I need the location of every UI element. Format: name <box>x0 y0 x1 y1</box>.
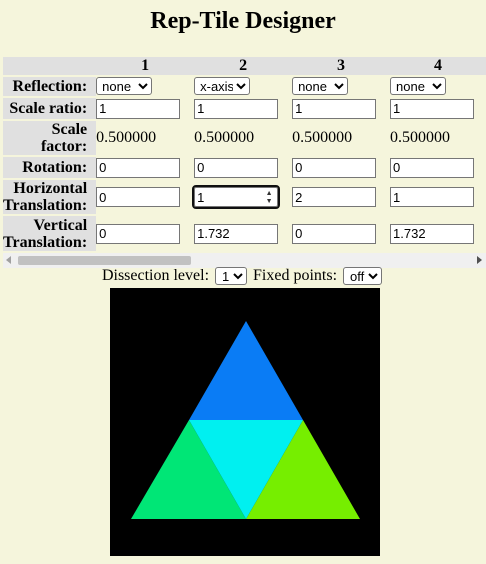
tile-triangle-top <box>189 321 303 420</box>
column-header-4: 4 <box>434 57 442 74</box>
rotation-input-2[interactable] <box>194 157 279 178</box>
reflection-label: Reflection: <box>3 75 97 97</box>
rotation-label: Rotation: <box>3 155 97 179</box>
rotation-input-4[interactable] <box>390 157 475 178</box>
horizontal-translation-input-1[interactable] <box>96 187 181 207</box>
horizontal-translation-input-4[interactable] <box>390 187 475 207</box>
vertical-translation-input-3[interactable] <box>292 223 377 244</box>
corner-cell <box>3 57 96 76</box>
scrollbar-thumb[interactable] <box>18 256 191 265</box>
rotation-row: Rotation: <box>3 155 486 179</box>
scale-ratio-row: Scale ratio: <box>3 96 486 120</box>
scale-factor-value-1: 0.500000 <box>96 129 157 146</box>
fixed-points-label: Fixed points: <box>253 267 338 284</box>
scroll-left-icon[interactable] <box>6 256 11 264</box>
reflection-select-1[interactable]: none <box>96 77 153 95</box>
tile-parameters-table: 1 2 3 4 Reflection: none x-axis none non… <box>3 57 486 251</box>
dissection-level-select[interactable]: 1 <box>215 267 248 286</box>
fixed-points-select[interactable]: off <box>343 267 383 286</box>
vertical-translation-input-2[interactable] <box>194 223 279 244</box>
vertical-translation-label: Vertical Translation: <box>3 214 97 251</box>
scale-factor-label: Scale factor: <box>3 119 97 156</box>
vertical-translation-row: Vertical Translation: <box>3 214 486 251</box>
scale-ratio-input-4[interactable] <box>390 98 475 119</box>
reflection-select-4[interactable]: none <box>390 77 447 95</box>
tile-parameters-table-area: 1 2 3 4 Reflection: none x-axis none non… <box>3 57 486 269</box>
scroll-right-icon[interactable] <box>477 256 482 264</box>
scale-factor-value-4: 0.500000 <box>390 129 451 146</box>
column-header-row: 1 2 3 4 <box>3 57 486 76</box>
rep-tile-drawing <box>131 321 360 519</box>
reflection-select-3[interactable]: none <box>292 77 349 95</box>
column-header-1: 1 <box>141 57 150 74</box>
reflection-select-2[interactable]: x-axis <box>194 77 251 95</box>
rep-tile-canvas[interactable] <box>110 288 380 556</box>
reflection-row: Reflection: none x-axis none none <box>3 75 486 97</box>
spinner-arrows-icon[interactable]: ▲ ▼ <box>264 189 274 205</box>
scale-ratio-label: Scale ratio: <box>3 96 97 120</box>
dissection-level-label: Dissection level: <box>101 267 210 284</box>
scale-ratio-input-1[interactable] <box>96 98 181 119</box>
column-header-3: 3 <box>337 57 346 74</box>
scale-ratio-input-2[interactable] <box>194 98 279 119</box>
rotation-input-3[interactable] <box>292 157 377 178</box>
scale-ratio-input-3[interactable] <box>292 98 377 119</box>
horizontal-scrollbar[interactable] <box>3 253 486 268</box>
rotation-input-1[interactable] <box>96 157 181 178</box>
scale-factor-value-3: 0.500000 <box>292 129 353 146</box>
horizontal-translation-input-3[interactable] <box>292 187 377 207</box>
horizontal-translation-row: Horizontal Translation: ▲▼ <box>3 178 486 215</box>
scale-factor-row: Scale factor: 0.500000 0.500000 0.500000… <box>3 119 486 156</box>
horizontal-translation-wrap-2: ▲▼ <box>192 185 281 209</box>
horizontal-translation-label: Horizontal Translation: <box>3 178 97 215</box>
scale-factor-value-2: 0.500000 <box>194 129 255 146</box>
display-controls: Dissection level: 1 Fixed points: off <box>0 267 486 286</box>
page-title: Rep-Tile Designer <box>150 8 336 34</box>
column-header-2: 2 <box>239 57 248 74</box>
vertical-translation-input-1[interactable] <box>96 223 181 244</box>
vertical-translation-input-4[interactable] <box>390 223 475 244</box>
